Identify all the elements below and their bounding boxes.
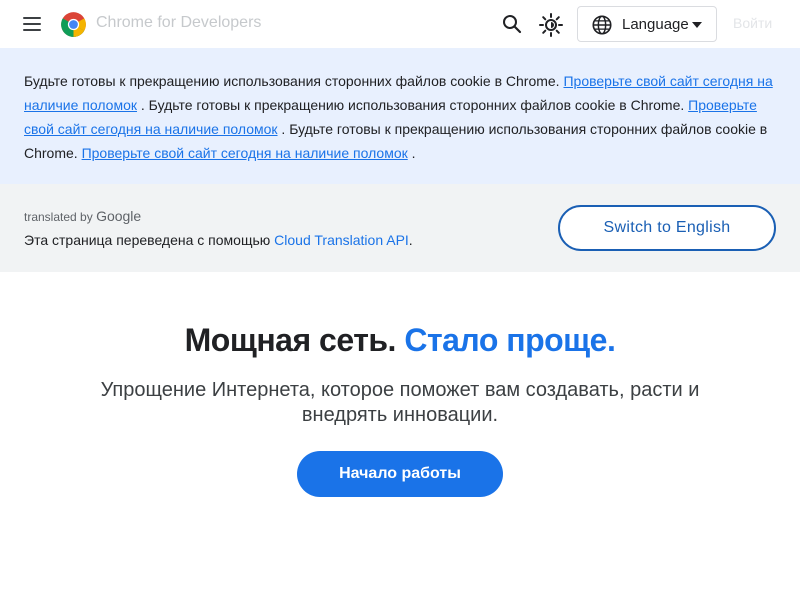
signin-link[interactable]: Войти: [733, 15, 772, 31]
translation-note-suffix: .: [408, 232, 413, 248]
banner-text-2: . Будьте готовы к прекращению использова…: [137, 97, 689, 113]
google-wordmark: Google: [96, 208, 142, 224]
cookie-banner: Будьте готовы к прекращению использовани…: [0, 48, 800, 184]
banner-text-1: Будьте готовы к прекращению использовани…: [24, 73, 564, 89]
menu-icon[interactable]: [20, 14, 44, 34]
translation-note-prefix: Эта страница переведена с помощью: [24, 232, 275, 248]
banner-message: Будьте готовы к прекращению использовани…: [24, 69, 776, 165]
cloud-translation-api-link[interactable]: Cloud Translation API: [274, 232, 409, 248]
top-app-bar: Chrome for Developers Language Войти: [0, 0, 800, 48]
switch-to-english-button[interactable]: Switch to English: [558, 205, 776, 251]
translation-bar: translated by Google Эта страница переве…: [0, 184, 800, 272]
search-icon[interactable]: [500, 12, 524, 36]
chrome-logo-icon[interactable]: [60, 11, 87, 38]
brightness-icon[interactable]: [538, 12, 564, 38]
get-started-button[interactable]: Начало работы: [297, 451, 503, 497]
caret-down-icon: [692, 22, 702, 28]
translation-note: Эта страница переведена с помощью Cloud …: [24, 232, 413, 248]
brand-name[interactable]: Chrome for Developers: [96, 14, 261, 32]
language-label: Language: [622, 16, 689, 33]
hero-subtitle: Упрощение Интернета, которое поможет вам…: [100, 379, 700, 426]
hero-title-accent: Стало проще.: [404, 322, 616, 358]
hero-title: Мощная сеть. Стало проще.: [0, 322, 800, 359]
globe-icon: [592, 15, 612, 35]
hero-title-main: Мощная сеть.: [184, 322, 397, 358]
translated-by-label: translated by: [24, 210, 93, 224]
language-select[interactable]: Language: [577, 6, 717, 42]
banner-text-4: .: [407, 145, 416, 161]
translated-by: translated by Google: [24, 208, 141, 224]
check-site-link-3[interactable]: Проверьте свой сайт сегодня на наличие п…: [82, 145, 408, 161]
